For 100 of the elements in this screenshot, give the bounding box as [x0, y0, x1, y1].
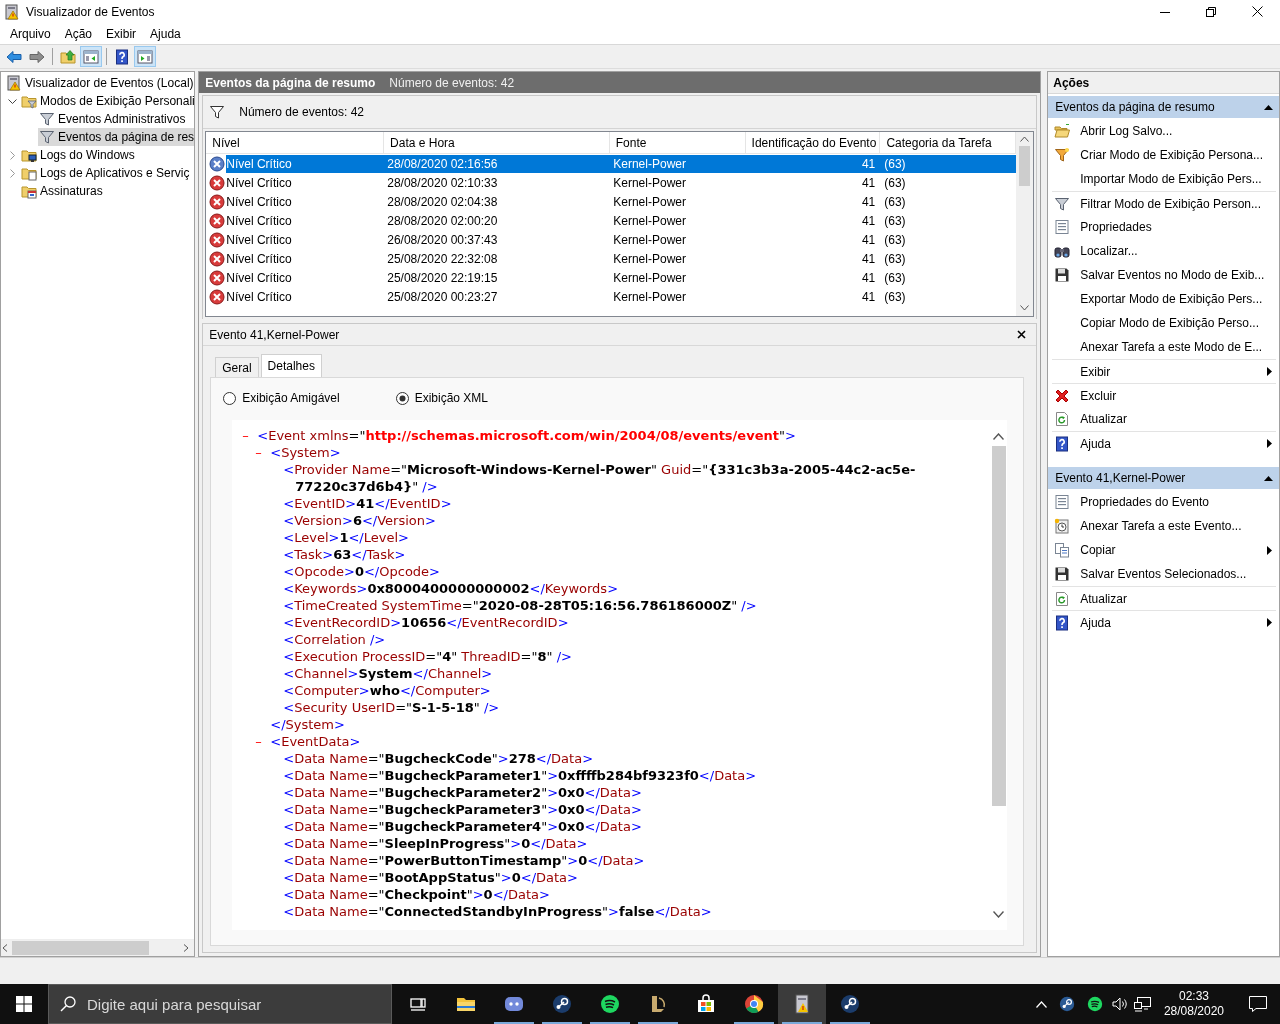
column-header[interactable]: Identificação do Evento — [745, 132, 881, 153]
search-field[interactable]: Digite aqui para pesquisar — [48, 984, 392, 1024]
action-item[interactable]: Salvar Eventos no Modo de Exib... — [1052, 263, 1276, 287]
action-item[interactable]: Importar Modo de Exibição Pers... — [1052, 167, 1276, 191]
section-header[interactable]: Eventos da página de resumo — [1048, 96, 1279, 118]
xml-line: <Data Name="BugcheckParameter4">0x0</Data> — [282, 818, 643, 835]
submenu-arrow-icon — [1267, 545, 1272, 555]
scroll-right-icon — [182, 944, 191, 952]
action-item[interactable]: Salvar Eventos Selecionados... — [1052, 562, 1276, 586]
xml-line: – <EventData> — [254, 733, 362, 750]
action-item[interactable]: Excluir — [1052, 383, 1276, 407]
table-cell-text: 28/08/2020 02:00:20 — [386, 213, 499, 228]
log-book-icon — [792, 994, 812, 1014]
volume-icon[interactable] — [1111, 996, 1128, 1012]
error-icon — [209, 155, 226, 172]
four-squares-icon — [16, 996, 32, 1012]
column-header[interactable]: Data e Hora — [384, 132, 610, 153]
collapse-toggle[interactable]: – — [255, 444, 271, 461]
section-header[interactable]: Evento 41,Kernel-Power — [1048, 467, 1279, 489]
refresh-icon — [1054, 590, 1071, 607]
table-cell-text: 25/08/2020 22:19:15 — [386, 270, 499, 285]
table-row[interactable]: Nível Crítico 28/08/2020 02:00:20 Kernel-Power 41 (63) — [226, 211, 1017, 230]
action-item[interactable]: Propriedades — [1052, 215, 1276, 239]
tree-item[interactable]: Eventos Administrativos — [38, 110, 189, 128]
table-row[interactable]: Nível Crítico 25/08/2020 22:32:08 Kernel-Power 41 (63) — [226, 249, 1017, 268]
action-item[interactable]: Exibir — [1052, 359, 1276, 383]
taskbar-app-button[interactable] — [778, 984, 826, 1024]
tree-item[interactable]: Eventos da página de res — [38, 128, 195, 146]
tree-item[interactable]: Visualizador de Eventos (Local) — [5, 74, 195, 92]
action-item[interactable]: Copiar Modo de Exibição Perso... — [1052, 311, 1276, 335]
radio-button[interactable]: Exibição Amigável — [223, 390, 340, 406]
menu-item[interactable]: Ajuda — [143, 26, 188, 41]
clock-date: 28/08/2020 — [1163, 1004, 1224, 1019]
table-row[interactable]: Nível Crítico 26/08/2020 00:37:43 Kernel-Power 41 (63) — [226, 230, 1017, 249]
folder-calendar-icon — [21, 183, 37, 199]
xml-line: </System> — [269, 716, 346, 733]
column-header[interactable]: Fonte — [609, 132, 746, 153]
action-item[interactable]: Anexar Tarefa a este Modo de E... — [1052, 335, 1276, 359]
scrollbar-thumb[interactable] — [1019, 146, 1031, 186]
funnel-icon — [39, 129, 55, 145]
table-cell-text: 41 — [860, 232, 877, 247]
action-item[interactable]: Ajuda — [1052, 610, 1276, 634]
menu-item[interactable]: Ação — [57, 26, 100, 41]
action-item[interactable]: Copiar — [1052, 538, 1276, 562]
tree-item[interactable]: Logs do Windows — [20, 146, 138, 164]
piston-circle-icon — [552, 994, 572, 1014]
collapse-toggle[interactable]: – — [242, 427, 258, 444]
scrollbar-thumb[interactable] — [991, 446, 1006, 806]
column-header[interactable]: Nível — [206, 132, 385, 153]
scrollbar-thumb[interactable] — [12, 941, 149, 955]
table-row[interactable]: Nível Crítico 28/08/2020 02:16:56 Kernel-Power 41 (63) — [226, 154, 1017, 173]
collapse-toggle[interactable]: – — [255, 733, 271, 750]
action-item[interactable]: Propriedades do Evento — [1052, 490, 1276, 514]
table-cell-text: Nível Crítico — [226, 270, 293, 285]
table-row[interactable]: Nível Crítico 28/08/2020 02:04:38 Kernel-Power 41 (63) — [226, 192, 1017, 211]
pane-title: Eventos da página de resumo — [205, 75, 376, 90]
action-item[interactable]: Ajuda — [1052, 431, 1276, 455]
xml-line: <Channel>System</Channel> — [282, 665, 494, 682]
action-item[interactable]: Atualizar — [1052, 586, 1276, 610]
tree-item[interactable]: Logs de Aplicativos e Serviç — [20, 164, 193, 182]
tab[interactable]: Geral — [215, 357, 259, 377]
clock[interactable]: 02:33 28/08/2020 — [1157, 989, 1230, 1019]
xml-line: <Data Name="SleepInProgress">0</Data> — [282, 835, 589, 852]
horizontal-scrollbar[interactable] — [1, 939, 195, 956]
xml-line: <Level>1</Level> — [282, 529, 410, 546]
table-row[interactable]: Nível Crítico 28/08/2020 02:10:33 Kernel-Power 41 (63) — [226, 173, 1017, 192]
collapse-chevron-icon[interactable] — [7, 96, 17, 106]
action-item[interactable]: Criar Modo de Exibição Persona... — [1052, 143, 1276, 167]
expand-chevron-icon[interactable] — [7, 150, 17, 160]
menu-item[interactable]: Exibir — [99, 26, 144, 41]
clock-task-icon — [1054, 518, 1071, 534]
tree-item[interactable]: Assinaturas — [20, 182, 106, 200]
funnel-icon — [1054, 195, 1071, 212]
table-row[interactable]: Nível Crítico 25/08/2020 22:19:15 Kernel-Power 41 (63) — [226, 268, 1017, 287]
radio-button[interactable]: Exibição XML — [395, 390, 489, 406]
properties-icon — [1054, 219, 1071, 235]
search-icon — [60, 996, 76, 1012]
table-cell-text: Nível Crítico — [226, 289, 293, 304]
tab[interactable]: Detalhes — [260, 354, 322, 377]
network-icon[interactable] — [1133, 996, 1152, 1012]
table-cell-text: (63) — [883, 156, 907, 171]
table-cell-text: 28/08/2020 02:10:33 — [386, 175, 499, 190]
error-icon — [209, 193, 226, 210]
scroll-down-icon — [1020, 305, 1030, 311]
table-cell-text: 28/08/2020 02:04:38 — [386, 194, 499, 209]
menu-item[interactable]: Arquivo — [3, 26, 58, 41]
action-item[interactable]: Anexar Tarefa a este Evento... — [1052, 514, 1276, 538]
delete-x-icon — [1054, 387, 1071, 404]
restore-icon — [1206, 6, 1216, 17]
tree-item[interactable]: Modos de Exibição Personali — [20, 92, 195, 110]
clock-time: 02:33 — [1178, 989, 1209, 1004]
action-item[interactable]: Abrir Log Salvo... — [1052, 119, 1276, 143]
action-item[interactable]: Atualizar — [1052, 407, 1276, 431]
action-item[interactable]: Localizar... — [1052, 239, 1276, 263]
close-button[interactable] — [1015, 328, 1029, 341]
action-item[interactable]: Filtrar Modo de Exibição Person... — [1052, 191, 1276, 215]
expand-chevron-icon[interactable] — [7, 168, 17, 178]
table-row[interactable]: Nível Crítico 25/08/2020 00:23:27 Kernel-Power 41 (63) — [226, 287, 1017, 306]
vertical-scrollbar[interactable] — [1016, 132, 1034, 316]
action-item[interactable]: Exportar Modo de Exibição Pers... — [1052, 287, 1276, 311]
